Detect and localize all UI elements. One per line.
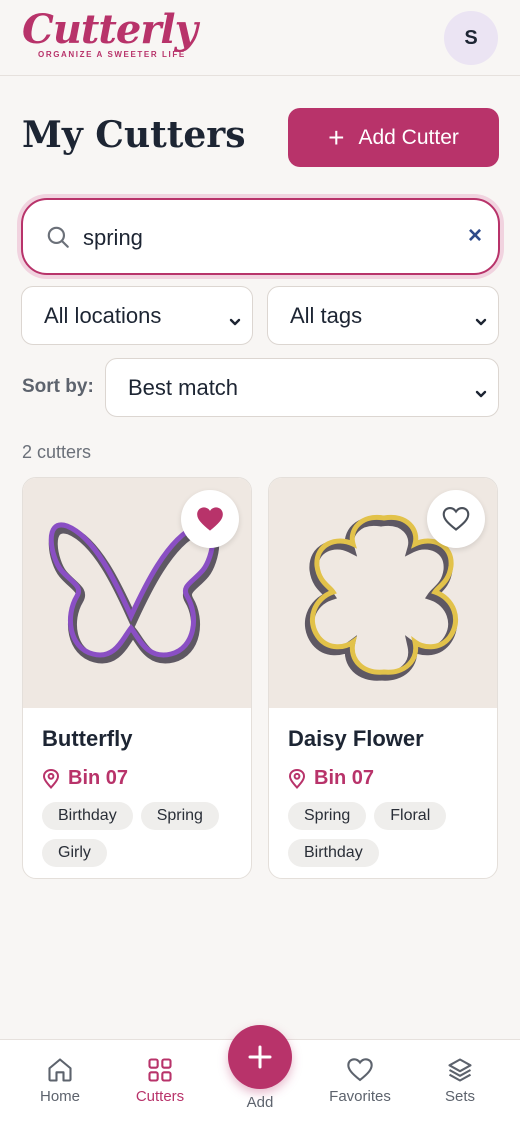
cutter-tags: Spring Floral Birthday bbox=[288, 802, 488, 867]
heart-filled-icon bbox=[197, 507, 223, 531]
page-title: My Cutters bbox=[22, 114, 246, 156]
add-fab-button[interactable] bbox=[228, 1025, 292, 1089]
search-value[interactable]: spring bbox=[83, 225, 143, 251]
sort-label: Sort by: bbox=[22, 376, 94, 397]
search-input[interactable]: spring × bbox=[21, 198, 500, 275]
favorite-toggle[interactable] bbox=[181, 490, 239, 548]
avatar[interactable]: S bbox=[444, 11, 498, 65]
add-cutter-button[interactable]: + Add Cutter bbox=[288, 108, 499, 167]
nav-label: Home bbox=[39, 1088, 80, 1105]
tag-chip[interactable]: Girly bbox=[42, 839, 107, 867]
clear-search-icon[interactable]: × bbox=[468, 222, 482, 250]
sort-select[interactable]: Best match bbox=[105, 358, 499, 417]
search-icon bbox=[45, 224, 71, 255]
brand-logo[interactable]: Cutterly ORGANIZE A SWEETER LIFE bbox=[22, 6, 198, 60]
tag-chip[interactable]: Birthday bbox=[288, 839, 379, 867]
sort-select-value: Best match bbox=[128, 374, 239, 400]
favorite-toggle[interactable] bbox=[427, 490, 485, 548]
top-bar: Cutterly ORGANIZE A SWEETER LIFE S bbox=[0, 0, 520, 76]
home-icon bbox=[48, 1058, 72, 1082]
cutter-card[interactable]: Butterfly Bin 07 Birthday Spring Girly bbox=[22, 477, 252, 879]
nav-label: Add bbox=[246, 1094, 274, 1111]
tag-chip[interactable]: Birthday bbox=[42, 802, 133, 830]
heart-icon bbox=[347, 1058, 373, 1082]
nav-sets[interactable]: Sets bbox=[412, 1040, 508, 1125]
tags-filter-value: All tags bbox=[290, 302, 363, 328]
cutter-tags: Birthday Spring Girly bbox=[42, 802, 242, 867]
chevron-down-icon bbox=[474, 309, 488, 335]
tag-chip[interactable]: Spring bbox=[288, 802, 367, 830]
tag-chip[interactable]: Spring bbox=[140, 802, 219, 830]
nav-home[interactable]: Home bbox=[12, 1040, 108, 1125]
cutter-location: Bin 07 bbox=[288, 767, 374, 790]
tags-filter[interactable]: All tags bbox=[267, 286, 499, 345]
cutter-location: Bin 07 bbox=[42, 767, 128, 790]
location-filter-value: All locations bbox=[44, 302, 162, 328]
tag-chip[interactable]: Floral bbox=[374, 802, 447, 830]
nav-label: Sets bbox=[444, 1088, 475, 1105]
nav-label: Cutters bbox=[135, 1088, 185, 1105]
cutter-card[interactable]: Daisy Flower Bin 07 Spring Floral Birthd… bbox=[268, 477, 498, 879]
nav-favorites[interactable]: Favorites bbox=[312, 1040, 408, 1125]
cutter-name: Butterfly bbox=[42, 726, 133, 751]
location-pin-icon bbox=[288, 768, 306, 789]
location-pin-icon bbox=[42, 768, 60, 789]
location-filter[interactable]: All locations bbox=[21, 286, 253, 345]
chevron-down-icon bbox=[474, 381, 488, 407]
layers-icon bbox=[448, 1058, 472, 1082]
nav-label: Favorites bbox=[329, 1088, 391, 1105]
cutter-bin: Bin 07 bbox=[314, 767, 375, 789]
heart-outline-icon bbox=[442, 506, 470, 531]
cutter-bin: Bin 07 bbox=[68, 767, 129, 789]
results-count: 2 cutters bbox=[22, 442, 92, 462]
plus-icon: + bbox=[328, 121, 345, 153]
cutter-name: Daisy Flower bbox=[288, 726, 424, 751]
chevron-down-icon bbox=[228, 309, 242, 335]
brand-tagline: ORGANIZE A SWEETER LIFE bbox=[38, 50, 186, 59]
plus-icon bbox=[248, 1045, 272, 1069]
nav-cutters[interactable]: Cutters bbox=[112, 1040, 208, 1125]
brand-name: Cutterly bbox=[22, 6, 198, 53]
grid-icon bbox=[148, 1058, 172, 1082]
add-cutter-label: Add Cutter bbox=[358, 125, 459, 149]
